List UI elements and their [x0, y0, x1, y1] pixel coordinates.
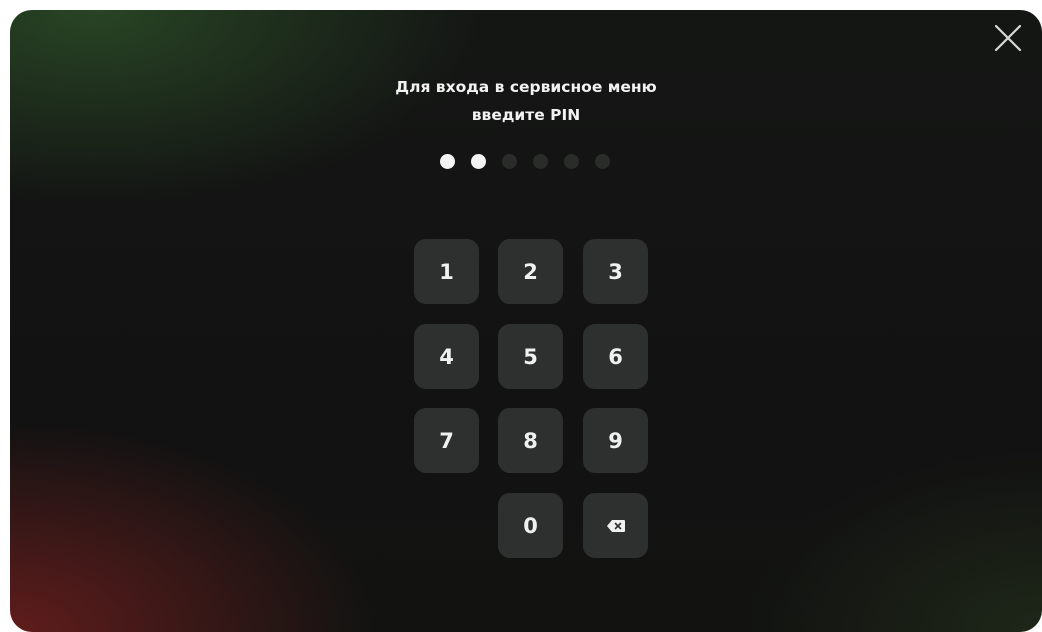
service-pin-screen: Для входа в сервисное меню введите PIN 1… — [10, 10, 1042, 632]
pin-dot — [533, 153, 548, 169]
pin-prompt: Для входа в сервисное меню введите PIN — [10, 73, 1042, 129]
pin-dot — [440, 153, 455, 169]
pin-dot — [502, 153, 517, 169]
key-3[interactable]: 3 — [583, 239, 648, 304]
key-7[interactable]: 7 — [414, 408, 479, 473]
backspace-button[interactable] — [583, 493, 648, 558]
key-6[interactable]: 6 — [583, 324, 648, 389]
key-4[interactable]: 4 — [414, 324, 479, 389]
close-icon — [994, 24, 1022, 52]
pin-dot — [595, 153, 610, 169]
pin-dot — [471, 153, 486, 169]
close-button[interactable] — [990, 20, 1026, 56]
key-0[interactable]: 0 — [498, 493, 563, 558]
key-2[interactable]: 2 — [498, 239, 563, 304]
key-8[interactable]: 8 — [498, 408, 563, 473]
backspace-icon — [606, 519, 625, 532]
pin-dot — [564, 153, 579, 169]
pin-prompt-line2: введите PIN — [471, 106, 581, 124]
pin-indicator — [440, 153, 610, 169]
pin-prompt-line1: Для входа в сервисное меню — [395, 78, 657, 96]
key-1[interactable]: 1 — [414, 239, 479, 304]
key-9[interactable]: 9 — [583, 408, 648, 473]
key-5[interactable]: 5 — [498, 324, 563, 389]
